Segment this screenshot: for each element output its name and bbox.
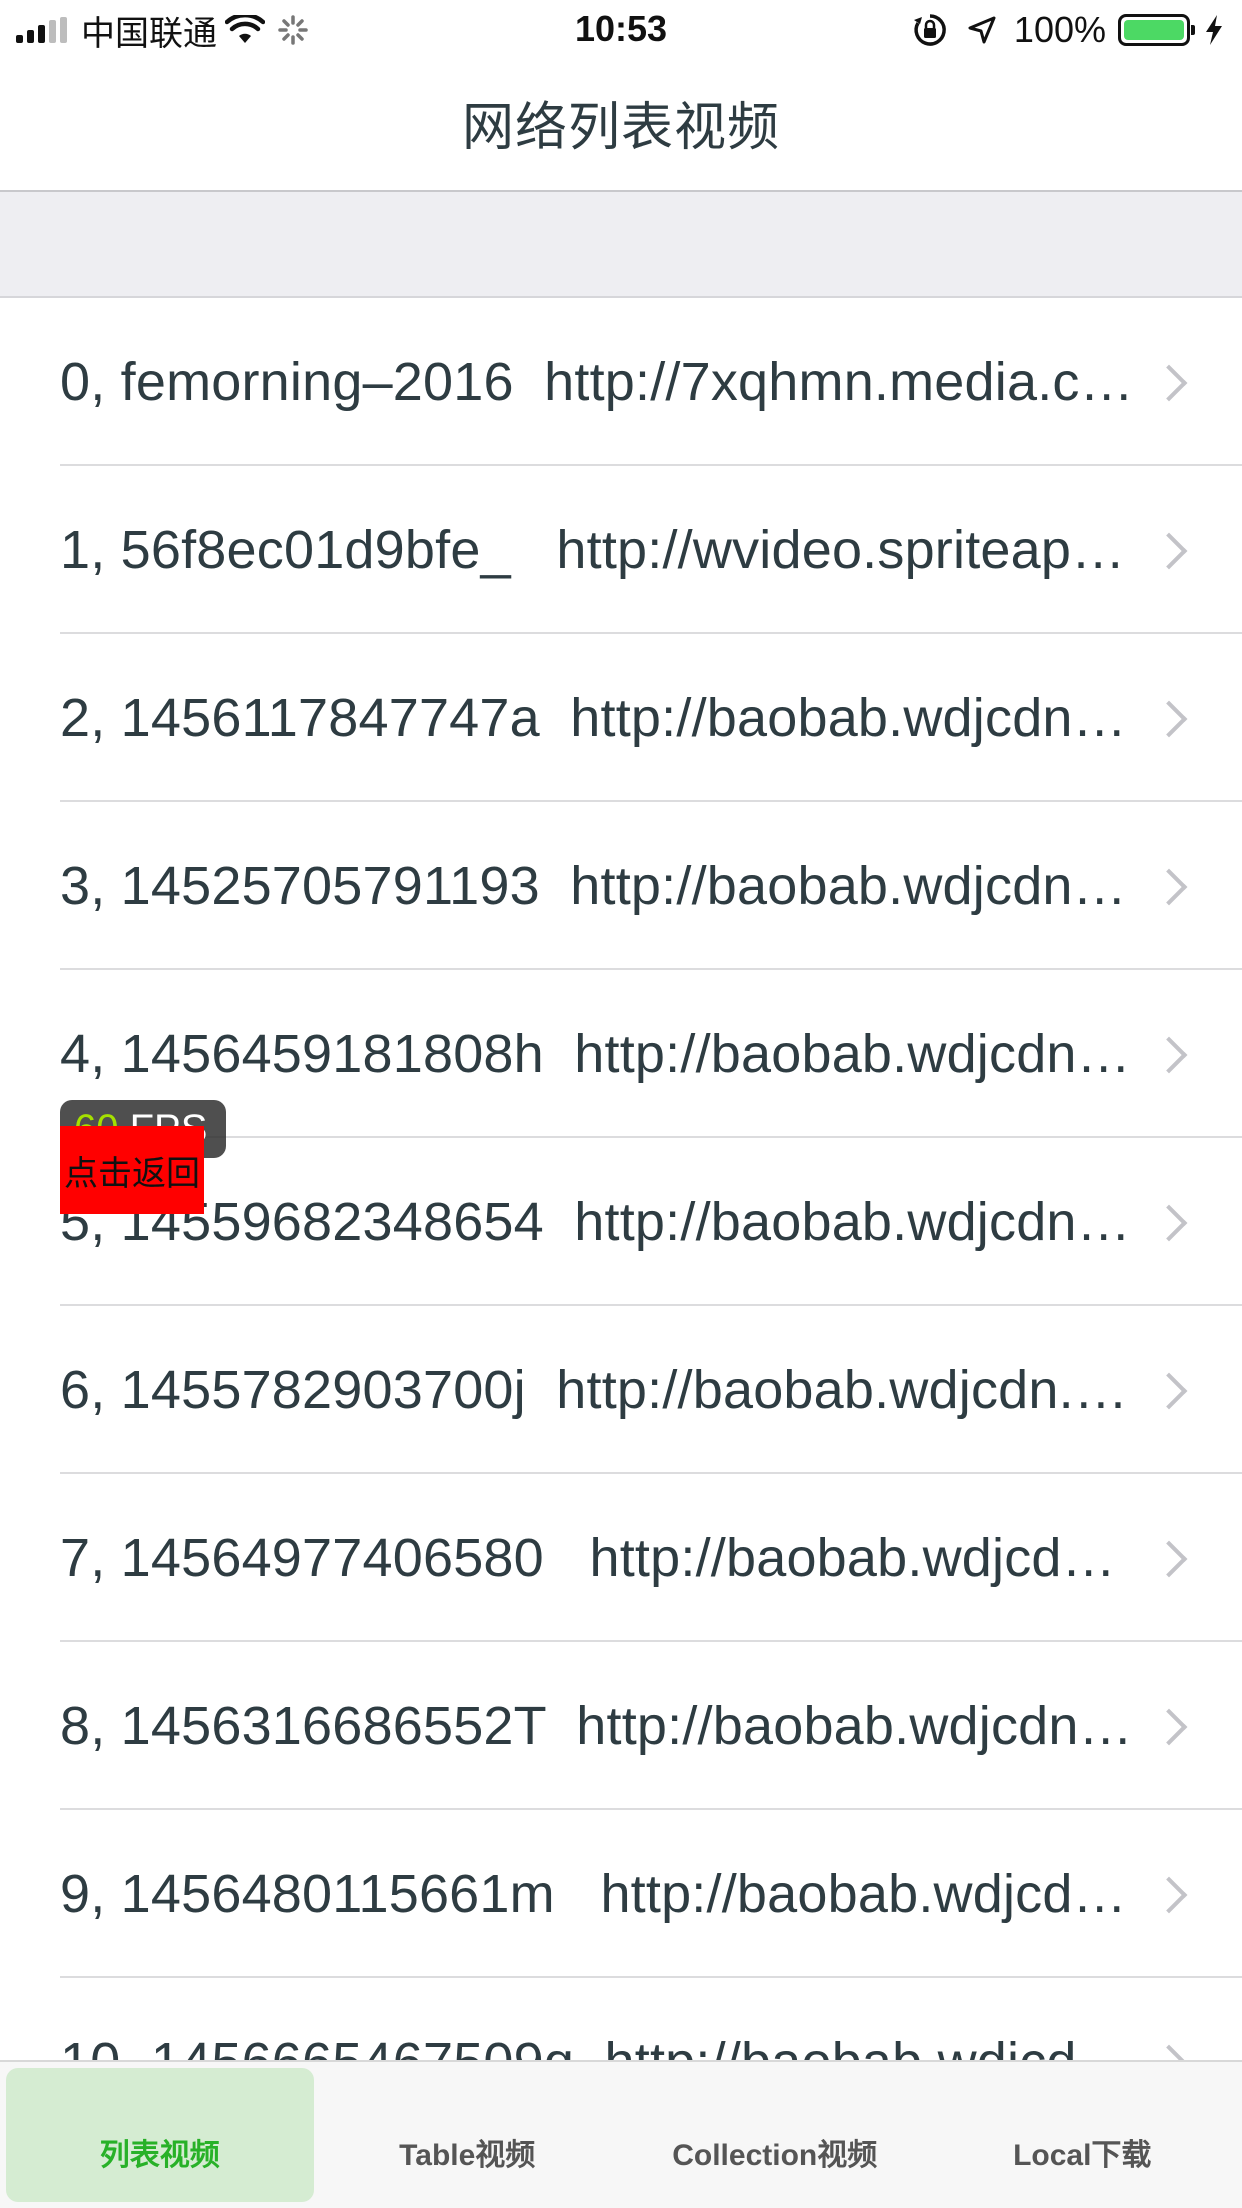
status-bar: 中国联通 10:53 100%: [0, 0, 1242, 60]
chevron-right-icon: [1162, 696, 1186, 740]
list-item[interactable]: 3, 14525705791193 http://baobab.wdjcdn.c…: [0, 802, 1242, 970]
chevron-right-icon: [1162, 1704, 1186, 1748]
list-item-label: 6, 1455782903700j http://baobab.wdjcdn.c…: [60, 1360, 1140, 1420]
table-header-band: [0, 192, 1242, 298]
charging-bolt-icon: [1202, 13, 1226, 47]
list-item[interactable]: 1, 56f8ec01d9bfe_ http://wvideo.spriteap…: [0, 466, 1242, 634]
list-item[interactable]: 7, 14564977406580 http://baobab.wdjcdn.c…: [0, 1474, 1242, 1642]
list-item-label: 3, 14525705791193 http://baobab.wdjcdn.c…: [60, 856, 1140, 916]
battery-percentage: 100%: [1013, 9, 1106, 50]
tab-collection-video[interactable]: Collection视频: [621, 2068, 929, 2202]
navigation-bar: 网络列表视频: [0, 60, 1242, 192]
chevron-right-icon: [1162, 1368, 1186, 1412]
list-item-label: 10, 1456665467509q http://baobab.wdjcdn.…: [60, 2031, 1140, 2060]
chevron-right-icon: [1162, 2040, 1186, 2060]
list-item-label: 8, 1456316686552T http://baobab.wdjcdn.c…: [60, 1696, 1140, 1756]
list-item-label: 9, 145648011566​1m http://baobab.wdjcdn.…: [60, 1864, 1140, 1924]
chevron-right-icon: [1162, 528, 1186, 572]
chevron-right-icon: [1162, 864, 1186, 908]
list-item[interactable]: 0, femorning–2016 http://7xqhmn.media.cl…: [0, 298, 1242, 466]
back-button[interactable]: 点击返回: [60, 1126, 204, 1214]
list-item-label: 0, femorning–2016 http://7xqhmn.media.cl…: [60, 352, 1140, 412]
tab-bar: 列表视频 Table视频 Collection视频 Local下载: [0, 2060, 1242, 2208]
chevron-right-icon: [1162, 1872, 1186, 1916]
chevron-right-icon: [1162, 360, 1186, 404]
chevron-right-icon: [1162, 1200, 1186, 1244]
chevron-right-icon: [1162, 1032, 1186, 1076]
list-item-label: 7, 14564977406580 http://baobab.wdjcdn.c…: [60, 1528, 1140, 1588]
battery-icon: [1118, 14, 1195, 46]
tab-local-download[interactable]: Local下载: [929, 2068, 1237, 2202]
list-item-label: 2, 1456117847747a http://baobab.wdjcdn.c…: [60, 688, 1140, 748]
list-item[interactable]: 8, 1456316686552T http://baobab.wdjcdn.c…: [0, 1642, 1242, 1810]
tab-table-video[interactable]: Table视频: [314, 2068, 622, 2202]
list-item[interactable]: 10, 1456665467509q http://baobab.wdjcdn.…: [0, 1978, 1242, 2060]
list-item-label: 5, 14559682348654 http://baobab.wdjcdn.c…: [60, 1192, 1140, 1252]
list-item[interactable]: 2, 1456117847747a http://baobab.wdjcdn.c…: [0, 634, 1242, 802]
page-title: 网络列表视频: [461, 97, 780, 158]
orientation-lock-icon: [910, 13, 950, 47]
chevron-right-icon: [1162, 1536, 1186, 1580]
location-arrow-icon: [962, 13, 1002, 47]
tab-list-video[interactable]: 列表视频: [6, 2068, 314, 2202]
list-item-label: 1, 56f8ec01d9bfe_ http://wvideo.spriteap…: [60, 520, 1140, 580]
status-right: 100%: [910, 9, 1226, 50]
list-item[interactable]: 6, 1455782903700j http://baobab.wdjcdn.c…: [0, 1306, 1242, 1474]
list-item[interactable]: 9, 145648011566​1m http://baobab.wdjcdn.…: [0, 1810, 1242, 1978]
list-item-label: 4, 1456459181808h http://baobab.wdjcdn.c…: [60, 1024, 1140, 1084]
